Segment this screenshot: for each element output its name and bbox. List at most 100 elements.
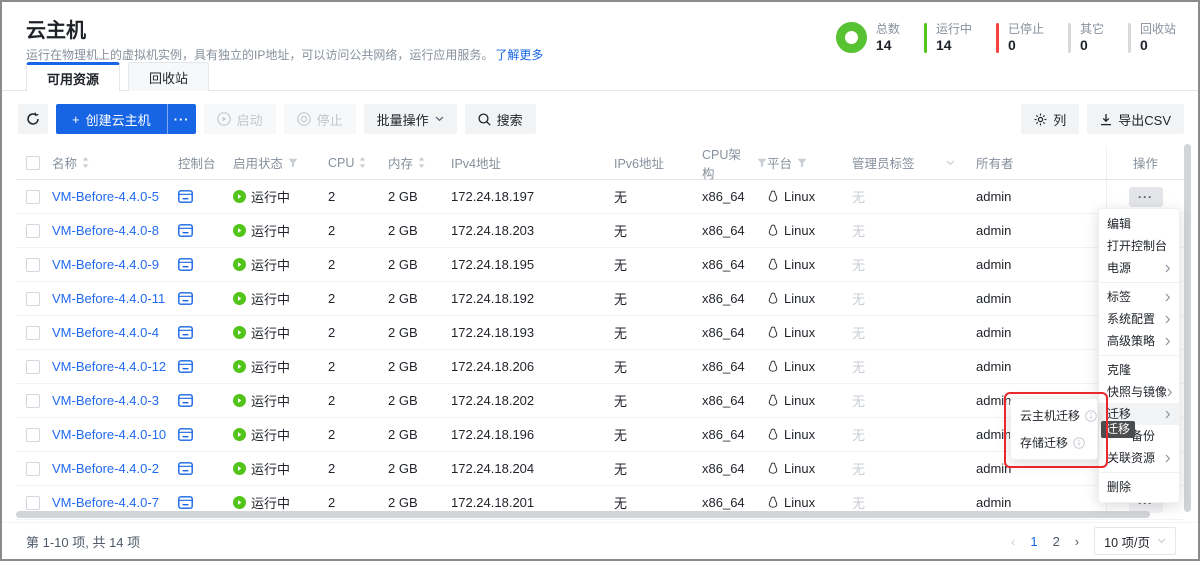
start-button[interactable]: 启动 <box>204 104 276 134</box>
admin-tag-text: 无 <box>852 323 865 342</box>
header-cell: CPU <box>328 156 388 170</box>
row-actions-button[interactable]: ··· <box>1129 187 1163 207</box>
menu-item[interactable]: 编辑 <box>1099 213 1179 235</box>
ipv4-cell: 172.24.18.192 <box>451 291 614 306</box>
page-number-1[interactable]: 1 <box>1030 534 1037 549</box>
row-checkbox[interactable] <box>26 326 40 340</box>
menu-item[interactable]: 克隆 <box>1099 359 1179 381</box>
prev-page-button[interactable]: ‹ <box>1011 534 1015 549</box>
vm-name-link[interactable]: VM-Before-4.4.0-12 <box>52 359 166 374</box>
menu-item[interactable]: 快照与镜像 <box>1099 381 1179 403</box>
row-checkbox[interactable] <box>26 360 40 374</box>
console-icon[interactable] <box>178 428 193 441</box>
vm-name-link[interactable]: VM-Before-4.4.0-7 <box>52 495 159 510</box>
row-checkbox[interactable] <box>26 462 40 476</box>
submenu-item[interactable]: 存储迁移 <box>1011 429 1097 456</box>
chevron-right-icon <box>1167 388 1173 397</box>
menu-item[interactable]: 系统配置 <box>1099 308 1179 330</box>
total-donut-icon <box>836 22 867 53</box>
cell-text: 无 <box>614 221 627 240</box>
cell-text: 2 GB <box>388 427 418 442</box>
platform-cell: Linux <box>767 359 852 374</box>
row-checkbox[interactable] <box>26 258 40 272</box>
tab-recycle-bin[interactable]: 回收站 <box>128 62 209 91</box>
search-icon <box>478 113 491 126</box>
cell-text: 172.24.18.192 <box>451 291 534 306</box>
submenu-item[interactable]: 云主机迁移 <box>1011 402 1097 429</box>
column-label: CPU架构 <box>702 144 752 182</box>
learn-more-link[interactable]: 了解更多 <box>495 48 543 62</box>
running-status-icon <box>233 190 246 203</box>
row-checkbox[interactable] <box>26 428 40 442</box>
console-cell <box>178 462 233 475</box>
admin-tag-cell: 无 <box>852 493 976 512</box>
vertical-scrollbar[interactable] <box>1184 144 1191 512</box>
row-checkbox[interactable] <box>26 496 40 510</box>
ipv4-cell: 172.24.18.193 <box>451 325 614 340</box>
linux-penguin-icon <box>767 360 779 373</box>
vm-name-link[interactable]: VM-Before-4.4.0-5 <box>52 189 159 204</box>
row-checkbox[interactable] <box>26 190 40 204</box>
horizontal-scrollbar[interactable] <box>16 511 1150 518</box>
header-checkbox[interactable] <box>26 156 40 170</box>
vm-name-link[interactable]: VM-Before-4.4.0-8 <box>52 223 159 238</box>
ipv4-cell: 172.24.18.201 <box>451 495 614 510</box>
ipv6-cell: 无 <box>614 493 702 512</box>
cell-text: 无 <box>614 323 627 342</box>
menu-item[interactable]: 标签 <box>1099 286 1179 308</box>
console-icon[interactable] <box>178 258 193 271</box>
owner-text: admin <box>976 461 1011 476</box>
console-icon[interactable] <box>178 190 193 203</box>
row-checkbox[interactable] <box>26 224 40 238</box>
console-icon[interactable] <box>178 496 193 509</box>
page-number-2[interactable]: 2 <box>1053 534 1060 549</box>
menu-item-label: 删除 <box>1107 476 1131 498</box>
platform-cell: Linux <box>767 495 852 510</box>
console-icon[interactable] <box>178 360 193 373</box>
export-csv-button[interactable]: 导出CSV <box>1087 104 1184 134</box>
platform-text: Linux <box>784 461 815 476</box>
stop-button[interactable]: 停止 <box>284 104 356 134</box>
chevron-down-icon[interactable] <box>946 160 955 166</box>
console-icon[interactable] <box>178 326 193 339</box>
page-size-select[interactable]: 10 项/页 <box>1094 527 1176 555</box>
tab-available-resources[interactable]: 可用资源 <box>26 62 120 91</box>
name-cell: VM-Before-4.4.0-8 <box>52 223 178 238</box>
linux-penguin-icon <box>767 394 779 407</box>
memory-cell: 2 GB <box>388 325 451 340</box>
vm-name-link[interactable]: VM-Before-4.4.0-9 <box>52 257 159 272</box>
vm-name-link[interactable]: VM-Before-4.4.0-11 <box>52 291 165 306</box>
status-text: 运行中 <box>251 357 290 376</box>
columns-button[interactable]: 列 <box>1021 104 1079 134</box>
vm-name-link[interactable]: VM-Before-4.4.0-10 <box>52 427 166 442</box>
next-page-button[interactable]: › <box>1075 534 1079 549</box>
vm-name-link[interactable]: VM-Before-4.4.0-4 <box>52 325 159 340</box>
create-vm-button[interactable]: +创建云主机 <box>56 104 167 134</box>
menu-item[interactable]: 电源 <box>1099 257 1179 279</box>
header-cell: 平台 <box>767 153 852 172</box>
refresh-button[interactable] <box>18 104 48 134</box>
menu-item[interactable]: 删除 <box>1099 476 1179 498</box>
row-checkbox[interactable] <box>26 292 40 306</box>
search-button[interactable]: 搜索 <box>465 104 536 134</box>
console-icon[interactable] <box>178 292 193 305</box>
vm-name-link[interactable]: VM-Before-4.4.0-2 <box>52 461 159 476</box>
console-icon[interactable] <box>178 394 193 407</box>
owner-text: admin <box>976 325 1011 340</box>
stat-label: 运行中 <box>936 23 972 36</box>
cell-text: 2 <box>328 325 335 340</box>
menu-item[interactable]: 打开控制台 <box>1099 235 1179 257</box>
console-icon[interactable] <box>178 462 193 475</box>
console-icon[interactable] <box>178 224 193 237</box>
row-checkbox[interactable] <box>26 394 40 408</box>
vm-name-link[interactable]: VM-Before-4.4.0-3 <box>52 393 159 408</box>
menu-item[interactable]: 高级策略 <box>1099 330 1179 352</box>
batch-actions-button[interactable]: 批量操作 <box>364 104 457 134</box>
create-vm-more-button[interactable]: ··· <box>167 104 196 134</box>
running-status-icon <box>233 462 246 475</box>
menu-item[interactable]: 关联资源 <box>1099 447 1179 469</box>
cpu-cell: 2 <box>328 495 388 510</box>
filter-icon <box>288 158 298 168</box>
ipv4-cell: 172.24.18.195 <box>451 257 614 272</box>
cell-text: 2 GB <box>388 325 418 340</box>
